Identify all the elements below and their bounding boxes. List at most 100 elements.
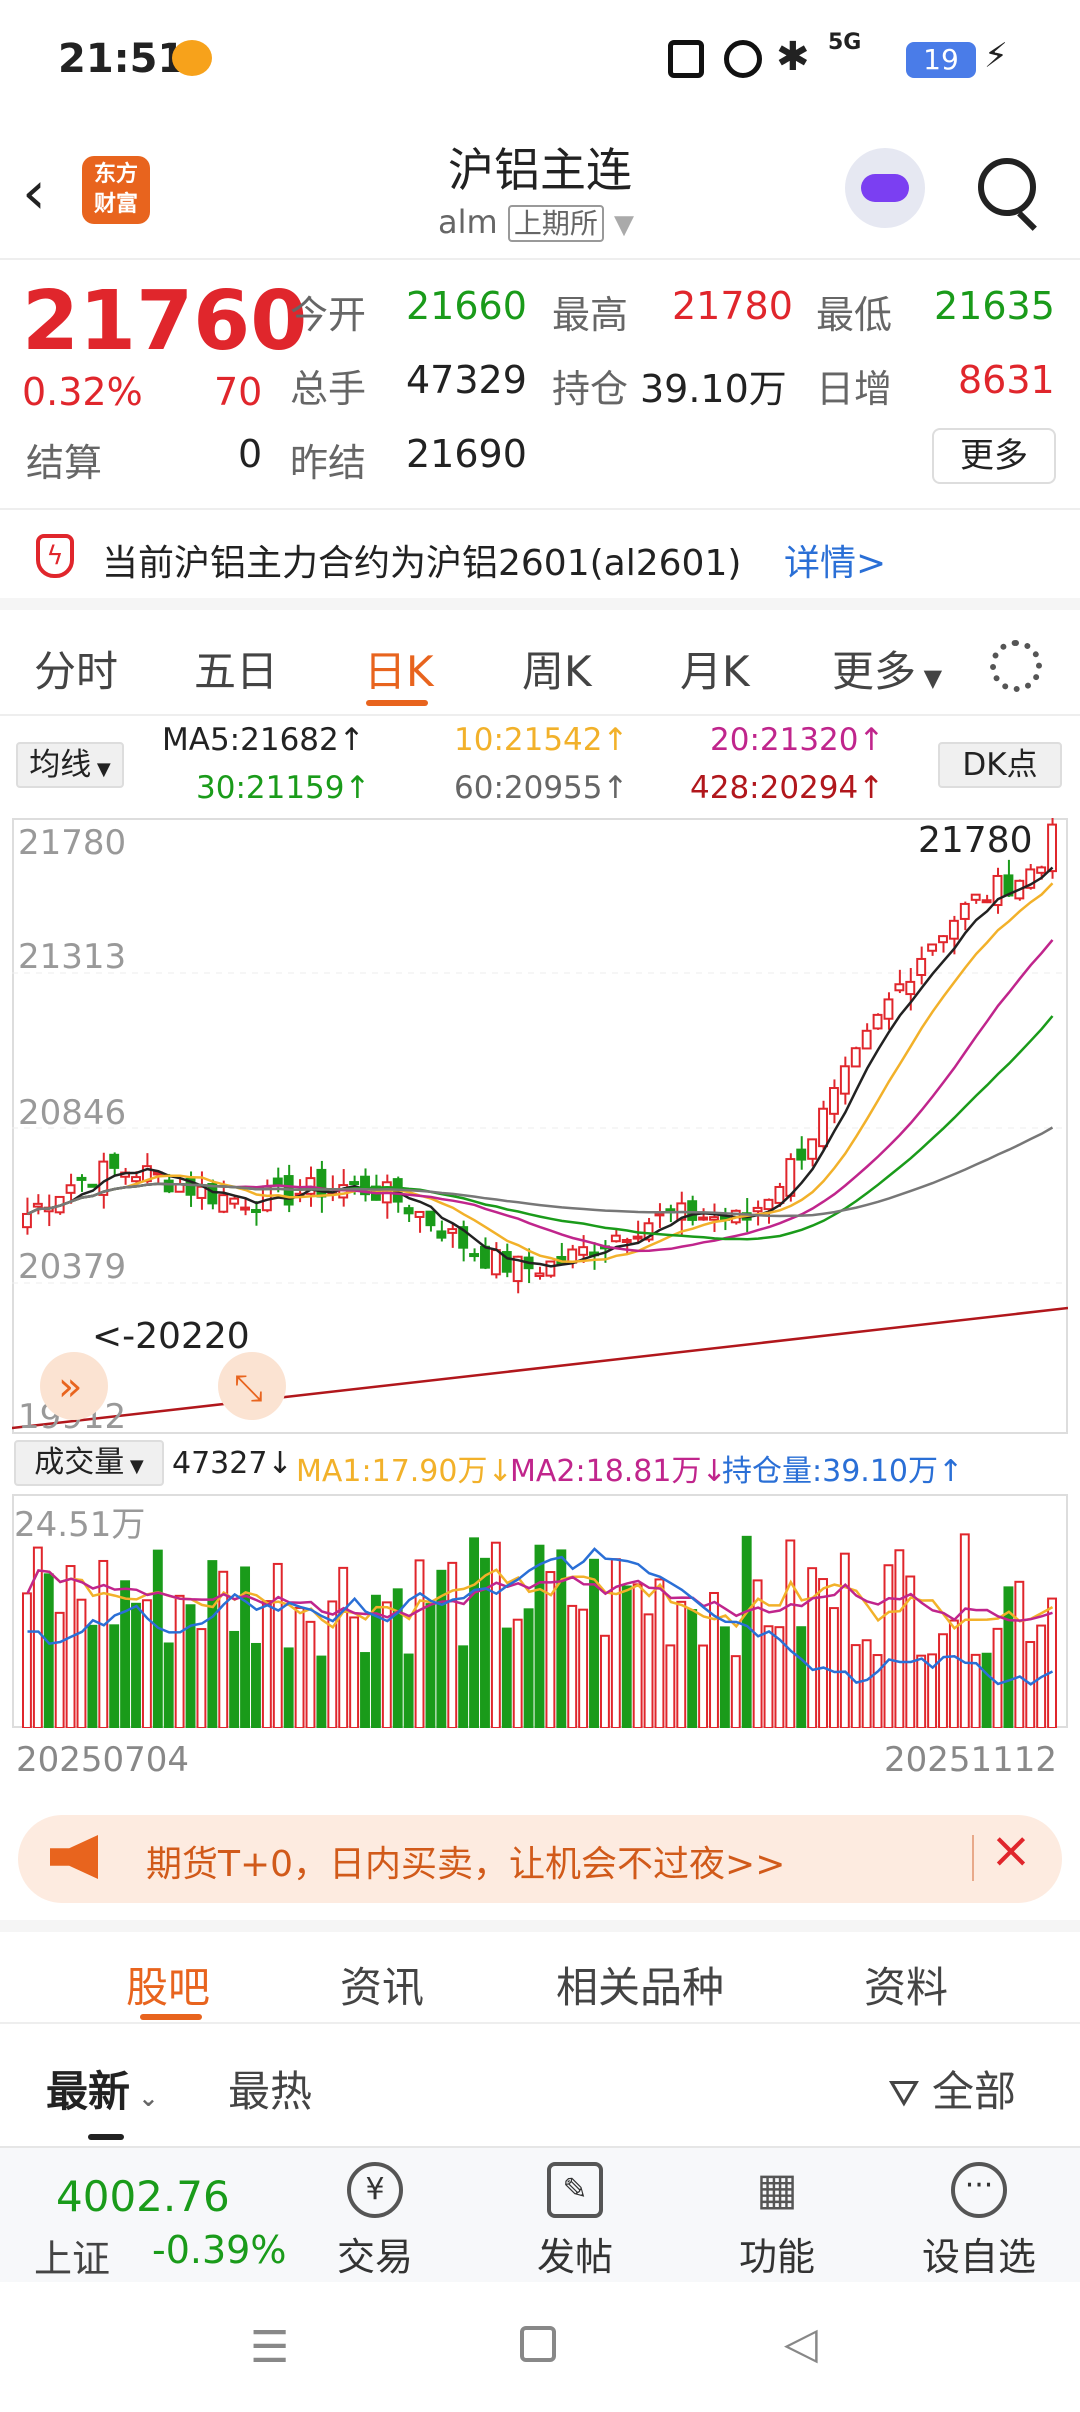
volume-label: 总手 <box>290 367 367 411</box>
candle-body <box>752 1206 763 1213</box>
nav-post[interactable]: ✎ 发帖 <box>510 2162 640 2281</box>
settle-label: 结算 <box>26 441 103 485</box>
volume-bar <box>360 1652 370 1728</box>
volume-bar <box>523 1608 534 1728</box>
volume-bar <box>261 1600 272 1728</box>
volume-bar <box>643 1613 654 1728</box>
filter-hot[interactable]: 最热 <box>228 2058 312 2119</box>
candle-body <box>981 899 992 904</box>
volume-bar <box>654 1578 665 1728</box>
candle-body <box>480 1245 490 1269</box>
volume-selector-label: 成交量 <box>34 1445 125 1480</box>
volume-bar <box>1003 1586 1014 1728</box>
volume-y-max: 24.51万 <box>14 1505 145 1545</box>
date-start: 20250704 <box>16 1740 190 1780</box>
candle-body <box>654 1212 665 1217</box>
oi-label: 持仓 <box>552 367 629 411</box>
volume-bar <box>207 1560 218 1728</box>
candle-body <box>403 1207 414 1215</box>
volume-bar <box>610 1558 621 1728</box>
open-label: 今开 <box>290 293 367 337</box>
prev-settle-label: 昨结 <box>290 441 367 485</box>
volume-selector[interactable]: 成交量 ▼ <box>14 1440 164 1486</box>
close-icon[interactable]: × <box>990 1821 1032 1879</box>
volume-bar <box>981 1652 992 1728</box>
tab-daily-k[interactable]: 日K <box>364 638 434 699</box>
filter-icon: ⛛ <box>888 2071 932 2115</box>
menu-icon[interactable]: ☰ <box>250 2322 289 2373</box>
candle-body <box>818 1107 828 1148</box>
system-nav-bar: ☰ ◁ <box>0 2282 1080 2412</box>
volume-bar <box>87 1624 98 1728</box>
volume-bar <box>283 1647 294 1728</box>
nav-trade[interactable]: ¥ 交易 <box>310 2162 440 2281</box>
volume-bar <box>65 1565 76 1728</box>
index-value[interactable]: 4002.76 <box>56 2172 230 2221</box>
promo-banner[interactable]: 期货T+0，日内买卖，让机会不过夜>> × <box>18 1815 1062 1903</box>
more-button[interactable]: 更多 <box>932 428 1056 484</box>
candle-body <box>687 1200 698 1221</box>
date-end: 20251112 <box>884 1740 1058 1780</box>
dk-point-button[interactable]: DK点 <box>938 742 1062 788</box>
candle-body <box>796 1148 807 1161</box>
volume-chart[interactable]: 24.51万 <box>12 1494 1068 1728</box>
y-tick-label: 21780 <box>18 823 126 863</box>
volume-bar <box>763 1625 774 1728</box>
tab-related[interactable]: 相关品种 <box>556 1954 724 2015</box>
settings-gear-icon[interactable] <box>990 640 1042 692</box>
candle-body <box>436 1230 447 1239</box>
volume-bar <box>818 1578 828 1728</box>
tab-monthly-k[interactable]: 月K <box>680 638 750 699</box>
candle-body <box>828 1087 839 1115</box>
notice-text: 当前沪铝主力合约为沪铝2601(al2601) <box>102 543 742 584</box>
tab-news[interactable]: 资讯 <box>340 1954 424 2015</box>
battery-icon: 19 <box>906 42 976 78</box>
filter-all[interactable]: ⛛ 全部 <box>888 2058 1016 2119</box>
tab-intraday[interactable]: 分时 <box>34 638 118 699</box>
robot-assistant-avatar[interactable] <box>845 148 925 228</box>
tab-forum[interactable]: 股吧 <box>126 1954 210 2015</box>
home-icon[interactable] <box>520 2326 556 2362</box>
volume-bar <box>458 1645 469 1728</box>
volume-bar <box>938 1633 948 1728</box>
candlestick-chart[interactable]: 21780 21313 20846 20379 19912 21780 <-20… <box>12 818 1068 1434</box>
edit-icon: ✎ <box>547 2162 603 2218</box>
charging-icon: ⚡ <box>984 36 1008 76</box>
volume-bar <box>480 1557 490 1728</box>
tab-weekly-k[interactable]: 周K <box>522 638 592 699</box>
contract-code[interactable]: alm 上期所 ▼ <box>438 202 634 242</box>
notice-bar[interactable]: ϟ 当前沪铝主力合约为沪铝2601(al2601) 详情> <box>0 512 1080 610</box>
volume-bar <box>349 1616 360 1728</box>
candle-body <box>709 1216 719 1221</box>
caret-down-icon: ▼ <box>916 664 943 692</box>
volume-bar <box>839 1552 850 1728</box>
candle-body <box>109 1153 120 1169</box>
nav-watchlist[interactable]: ··· 设自选 <box>914 2162 1044 2281</box>
active-tab-indicator <box>366 700 428 706</box>
volume-bar <box>730 1655 741 1728</box>
back-triangle-icon[interactable]: ◁ <box>784 2318 818 2369</box>
volume-bar <box>861 1639 872 1728</box>
tab-more[interactable]: 更多 ▼ <box>832 638 942 699</box>
tab-five-day[interactable]: 五日 <box>194 638 278 699</box>
volume-legend: 成交量 ▼ 47327↓ MA1:17.90万↓ MA2:18.81万↓ 持仓量… <box>0 1436 1080 1492</box>
chevron-down-icon: ▼ <box>614 210 635 240</box>
volume-bar <box>894 1549 905 1728</box>
volume-bar <box>556 1549 567 1728</box>
min-marker: <-20220 <box>92 1316 250 1357</box>
candle-body <box>545 1260 556 1277</box>
y-tick-label: 21313 <box>18 937 126 977</box>
volume-bar <box>796 1626 807 1728</box>
volume-bar <box>294 1606 305 1728</box>
candle-body <box>807 1138 818 1160</box>
tab-profile[interactable]: 资料 <box>864 1954 948 2015</box>
filter-latest[interactable]: 最新 ⌄ <box>46 2058 158 2119</box>
indicator-selector[interactable]: 均线 ▼ <box>16 742 124 788</box>
weibo-icon <box>172 40 212 76</box>
search-icon[interactable] <box>978 158 1036 216</box>
banner-divider <box>972 1835 974 1881</box>
max-marker: 21780 <box>918 820 1033 861</box>
notice-link[interactable]: 详情> <box>784 534 886 586</box>
nav-functions[interactable]: ▦ 功能 <box>712 2162 842 2281</box>
volume-bar <box>54 1611 65 1728</box>
